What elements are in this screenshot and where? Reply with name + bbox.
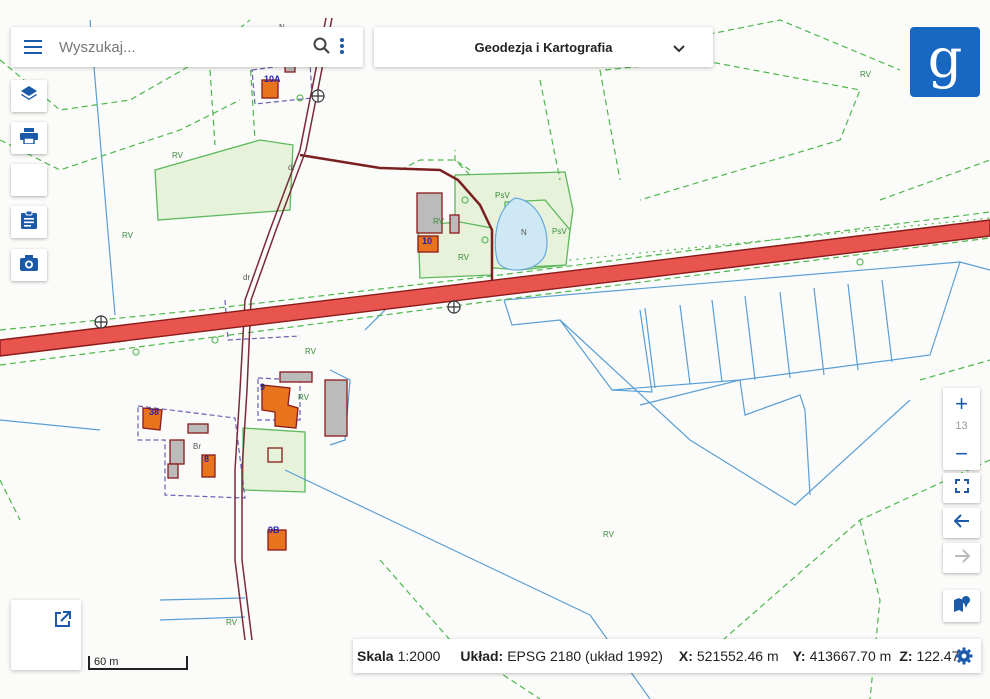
layers-button[interactable] [11,80,47,112]
map-label-n: N [521,228,527,237]
map-label-rv: RV [860,70,872,79]
arrow-back-icon [953,513,970,533]
scale-bar-label: 60 m [94,656,119,668]
arrow-forward-icon [954,548,970,568]
more-vert-icon[interactable] [339,37,345,60]
map-label-psv: PsV [495,191,510,200]
map-pin-button[interactable] [943,590,980,622]
scale-value[interactable]: 1:2000 [398,648,441,664]
zoom-level: 13 [955,420,968,432]
camera-icon [20,254,38,276]
clipboard-icon [21,210,37,234]
search-bar [11,27,363,67]
z-coord-value: 122.47 [916,648,960,664]
overview-panel [11,600,81,670]
map-label-psv: PsV [552,227,567,236]
map-label-rv: RV [305,347,317,356]
search-input[interactable] [57,37,291,57]
zoom-out-button[interactable]: − [943,438,980,470]
print-icon [20,127,38,149]
settings-icon[interactable] [955,647,973,668]
map-label-rv: RV [122,231,134,240]
scale-label: Skala [357,648,394,664]
scale-bar: 60 m [88,654,188,670]
map-label-rv: RV [458,253,470,262]
chevron-down-icon [673,41,685,56]
screenshot-button[interactable] [11,249,47,281]
crs-value[interactable]: EPSG 2180 (układ 1992) [507,648,663,664]
map-canvas[interactable]: RV RV RV RV RV RV RV RV RV PsV PsV N N B… [0,0,990,699]
parcel-number-10a: 10A [264,74,281,84]
empty-tool-button[interactable] [11,164,47,196]
layers-icon [20,85,38,108]
map-label-dr: dr [243,273,250,282]
parcel-number-9b: 9B [268,525,280,535]
map-label-rv: RV [172,151,184,160]
brand-logo: g [910,27,980,97]
map-label-rv: RV [298,393,310,402]
next-extent-button[interactable] [943,543,980,573]
parcel-number-9: 9 [260,382,265,392]
parcel-number-38: 38 [149,407,159,417]
crs-label: Układ: [460,648,504,664]
map-label-br: Br [193,442,201,451]
previous-extent-button[interactable] [943,508,980,538]
report-button[interactable] [11,206,47,238]
parcel-number-8: 8 [204,454,209,464]
z-coord-label: Z: [899,648,913,664]
zoom-control: + 13 − [943,388,980,470]
search-icon[interactable] [313,37,331,60]
fullscreen-icon [954,478,969,498]
service-select-value: Geodezja i Kartografia [474,39,613,55]
parcel-number-10: 10 [422,236,432,246]
map-label-dr: dr [288,163,295,172]
fullscreen-button[interactable] [943,473,980,503]
map-pin-icon [953,595,971,618]
zoom-in-button[interactable]: + [943,388,980,420]
map-label-rv: RV [226,618,238,627]
map-label-rv: RV [433,217,445,226]
y-coord-label: Y: [792,648,806,664]
logo-letter: g [927,27,963,90]
print-button[interactable] [11,122,47,154]
open-external-icon[interactable] [54,611,71,633]
service-select[interactable]: Geodezja i Kartografia [374,27,713,67]
status-bar: Skala 1:2000 Układ: EPSG 2180 (układ 199… [353,639,981,673]
x-coord-value: 521552.46 m [696,648,779,664]
map-label-rv: RV [603,530,615,539]
x-coord-label: X: [678,648,693,664]
y-coord-value: 413667.70 m [809,648,892,664]
menu-icon[interactable] [23,37,43,57]
